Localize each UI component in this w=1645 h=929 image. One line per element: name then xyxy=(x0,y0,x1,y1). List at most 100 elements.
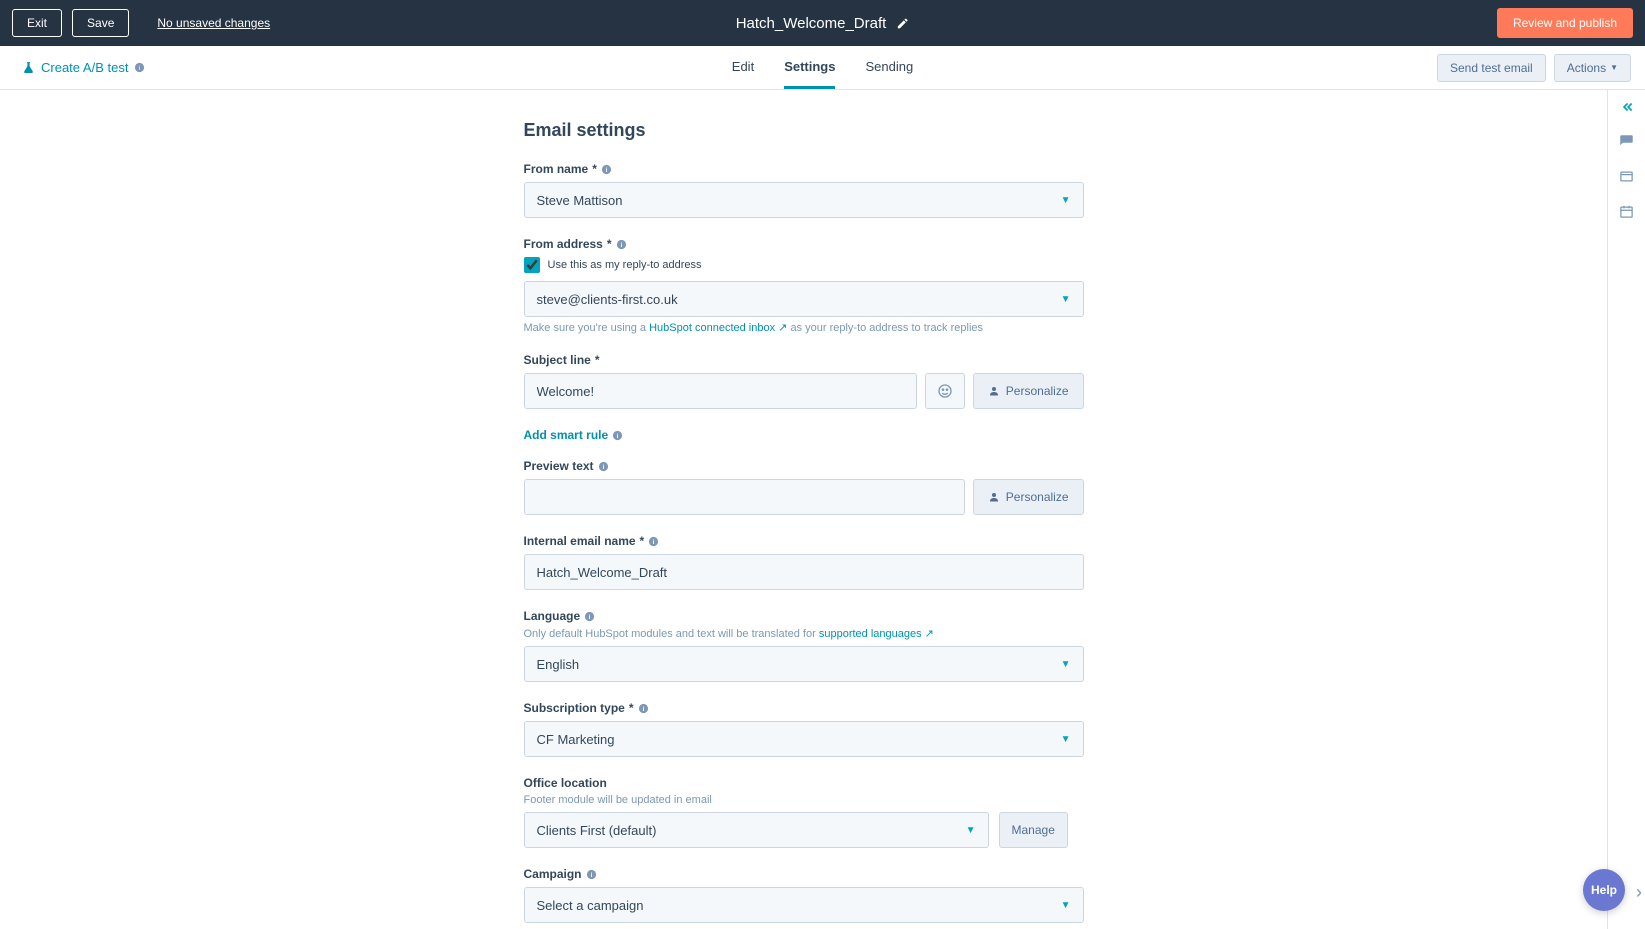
caret-down-icon: ▼ xyxy=(1610,63,1618,72)
tab-settings[interactable]: Settings xyxy=(784,46,835,89)
smart-rule-label: Add smart rule xyxy=(524,428,609,442)
help-bubble[interactable]: Help xyxy=(1583,869,1625,911)
actions-label: Actions xyxy=(1567,61,1606,75)
info-icon[interactable]: i xyxy=(584,611,595,622)
emoji-button[interactable] xyxy=(925,373,965,409)
svg-text:i: i xyxy=(642,705,644,712)
secondary-bar: Create A/B test i Edit Settings Sending … xyxy=(0,46,1645,90)
manage-office-button[interactable]: Manage xyxy=(999,812,1068,848)
contact-icon xyxy=(988,385,1000,397)
connected-inbox-link[interactable]: HubSpot connected inbox ↗ xyxy=(649,322,787,334)
from-address-value: steve@clients-first.co.uk xyxy=(537,292,678,307)
label-text: Subscription type xyxy=(524,701,625,715)
subject-input[interactable] xyxy=(524,373,917,409)
caret-down-icon: ▼ xyxy=(1061,195,1071,206)
language-value: English xyxy=(537,657,580,672)
reply-to-checkbox[interactable] xyxy=(524,257,540,273)
tab-edit[interactable]: Edit xyxy=(732,46,754,89)
label-text: Office location xyxy=(524,776,607,790)
info-icon[interactable]: i xyxy=(601,164,612,175)
personalize-label: Personalize xyxy=(1006,384,1069,398)
calendar-icon[interactable] xyxy=(1619,204,1634,219)
language-group: Language i Only default HubSpot modules … xyxy=(524,608,1084,682)
label-text: Language xyxy=(524,609,581,623)
edit-title-icon[interactable] xyxy=(896,17,909,30)
campaign-value: Select a campaign xyxy=(537,898,644,913)
exit-button[interactable]: Exit xyxy=(12,9,62,37)
caret-down-icon: ▼ xyxy=(1061,900,1071,911)
unsaved-changes-link[interactable]: No unsaved changes xyxy=(157,16,270,30)
page-title-text: Hatch_Welcome_Draft xyxy=(736,15,887,32)
office-location-label: Office location xyxy=(524,776,607,790)
actions-dropdown[interactable]: Actions ▼ xyxy=(1554,54,1631,82)
campaign-select[interactable]: Select a campaign ▼ xyxy=(524,887,1084,923)
personalize-label: Personalize xyxy=(1006,490,1069,504)
external-link-icon: ↗ xyxy=(778,322,787,334)
svg-text:i: i xyxy=(605,166,607,173)
office-location-group: Office location Footer module will be up… xyxy=(524,775,1084,848)
language-help: Only default HubSpot modules and text wi… xyxy=(524,627,1084,640)
form-column: Email settings From name* i Steve Mattis… xyxy=(524,120,1084,923)
internal-name-group: Internal email name* i xyxy=(524,533,1084,590)
label-text: From address xyxy=(524,237,603,251)
add-smart-rule-link[interactable]: Add smart rule i xyxy=(524,428,624,442)
label-text: From name xyxy=(524,162,589,176)
caret-down-icon: ▼ xyxy=(1061,734,1071,745)
help-pre: Make sure you're using a xyxy=(524,322,650,334)
content-area: Email settings From name* i Steve Mattis… xyxy=(0,90,1607,929)
top-header: Exit Save No unsaved changes Hatch_Welco… xyxy=(0,0,1645,46)
save-button[interactable]: Save xyxy=(72,9,129,37)
supported-languages-link[interactable]: supported languages ↗ xyxy=(819,628,934,640)
expand-arrow-icon[interactable]: › xyxy=(1636,882,1642,903)
from-name-value: Steve Mattison xyxy=(537,193,623,208)
language-select[interactable]: English ▼ xyxy=(524,646,1084,682)
from-name-select[interactable]: Steve Mattison ▼ xyxy=(524,182,1084,218)
language-label: Language i xyxy=(524,609,596,623)
preview-text-group: Preview text i Personalize xyxy=(524,458,1084,515)
review-publish-button[interactable]: Review and publish xyxy=(1497,8,1633,38)
info-icon[interactable]: i xyxy=(648,536,659,547)
collapse-icon[interactable] xyxy=(1620,100,1634,114)
from-address-label: From address* i xyxy=(524,237,627,251)
personalize-preview-button[interactable]: Personalize xyxy=(973,479,1084,515)
office-help: Footer module will be updated in email xyxy=(524,794,1084,806)
svg-text:i: i xyxy=(602,463,604,470)
svg-text:i: i xyxy=(139,65,140,72)
tab-sending[interactable]: Sending xyxy=(865,46,913,89)
svg-text:i: i xyxy=(617,432,619,439)
info-icon: i xyxy=(134,62,145,73)
personalize-subject-button[interactable]: Personalize xyxy=(973,373,1084,409)
info-icon[interactable]: i xyxy=(616,239,627,250)
svg-text:i: i xyxy=(590,871,592,878)
internal-name-input[interactable] xyxy=(524,554,1084,590)
create-ab-test-link[interactable]: Create A/B test i xyxy=(22,60,145,75)
svg-text:i: i xyxy=(653,538,655,545)
tabs: Edit Settings Sending xyxy=(732,46,913,89)
from-address-help: Make sure you're using a HubSpot connect… xyxy=(524,321,1084,334)
info-icon[interactable]: i xyxy=(598,461,609,472)
window-icon[interactable] xyxy=(1619,169,1634,184)
from-address-select[interactable]: steve@clients-first.co.uk ▼ xyxy=(524,281,1084,317)
info-icon[interactable]: i xyxy=(586,869,597,880)
subscription-value: CF Marketing xyxy=(537,732,615,747)
reply-to-checkbox-row: Use this as my reply-to address xyxy=(524,257,1084,273)
caret-down-icon: ▼ xyxy=(1061,294,1071,305)
info-icon: i xyxy=(612,430,623,441)
subscription-type-group: Subscription type* i CF Marketing ▼ xyxy=(524,700,1084,757)
main-wrap: Email settings From name* i Steve Mattis… xyxy=(0,90,1645,929)
right-rail xyxy=(1607,90,1645,929)
caret-down-icon: ▼ xyxy=(1061,659,1071,670)
info-icon[interactable]: i xyxy=(638,703,649,714)
preview-text-input[interactable] xyxy=(524,479,965,515)
smiley-icon xyxy=(937,383,953,399)
subscription-type-select[interactable]: CF Marketing ▼ xyxy=(524,721,1084,757)
label-text: Preview text xyxy=(524,459,594,473)
campaign-label: Campaign i xyxy=(524,867,597,881)
office-location-select[interactable]: Clients First (default) ▼ xyxy=(524,812,989,848)
subject-label: Subject line* xyxy=(524,353,600,367)
send-test-email-button[interactable]: Send test email xyxy=(1437,54,1546,82)
from-name-label: From name* i xyxy=(524,162,612,176)
chat-icon[interactable] xyxy=(1619,134,1634,149)
internal-name-label: Internal email name* i xyxy=(524,534,660,548)
label-text: Internal email name xyxy=(524,534,636,548)
